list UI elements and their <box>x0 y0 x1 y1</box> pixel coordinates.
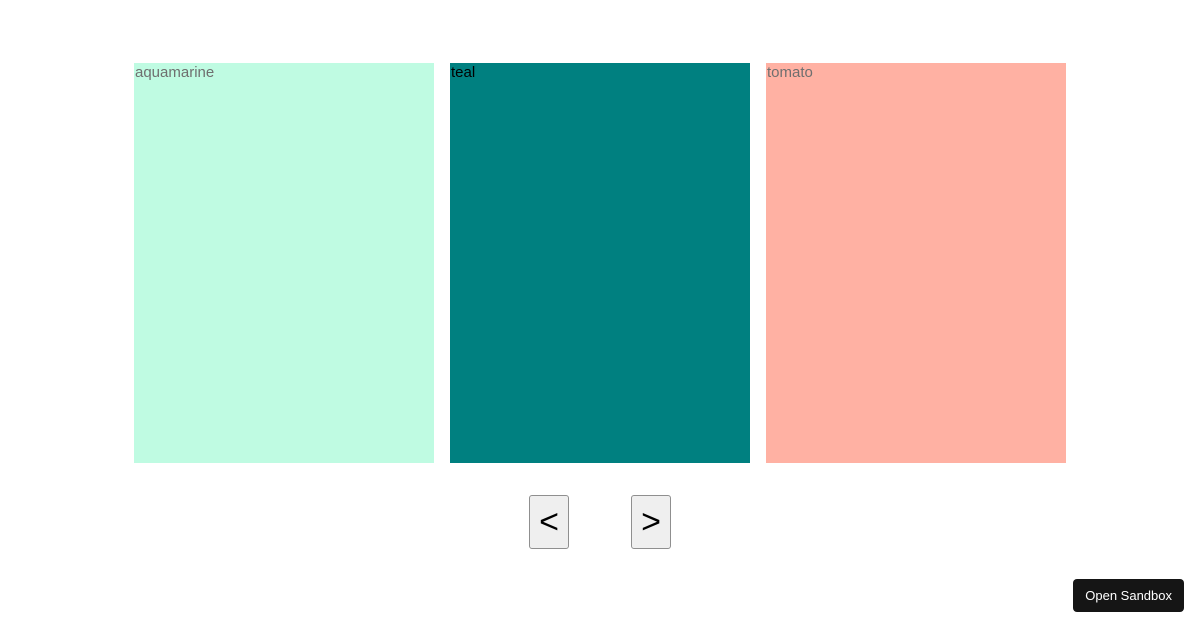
open-sandbox-button[interactable]: Open Sandbox <box>1073 579 1184 612</box>
slide-teal[interactable]: teal <box>450 63 750 463</box>
slide-aquamarine[interactable]: aquamarine <box>134 63 434 463</box>
slide-label: aquamarine <box>135 63 214 83</box>
slide-label: tomato <box>767 63 813 83</box>
slide-tomato[interactable]: tomato <box>766 63 1066 463</box>
carousel-controls: < > <box>0 495 1200 549</box>
next-button[interactable]: > <box>631 495 671 549</box>
color-carousel: aquamarine teal tomato <box>134 63 1066 463</box>
slide-label: teal <box>451 63 475 83</box>
prev-button[interactable]: < <box>529 495 569 549</box>
